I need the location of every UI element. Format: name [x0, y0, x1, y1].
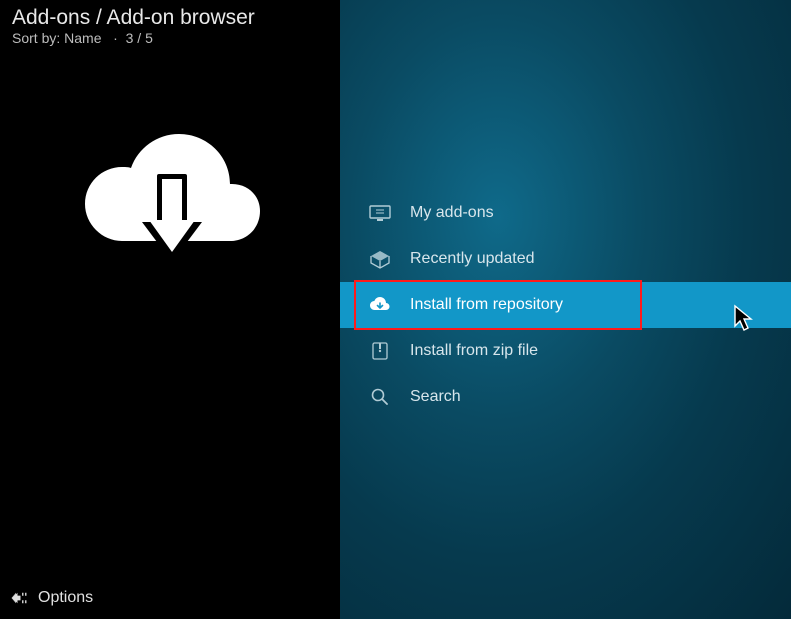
options-button[interactable]: Options: [10, 589, 93, 607]
zip-icon: [368, 339, 392, 363]
menu-item-search[interactable]: Search: [340, 374, 791, 420]
menu-item-recently-updated[interactable]: Recently updated: [340, 236, 791, 282]
sort-separator: ·: [105, 30, 125, 46]
left-panel: Add-ons / Add-on browser Sort by: Name ·…: [0, 0, 340, 619]
sort-value: Name: [64, 30, 101, 46]
options-label: Options: [38, 589, 93, 607]
menu-item-label: My add-ons: [410, 204, 494, 222]
search-icon: [368, 385, 392, 409]
menu-item-label: Search: [410, 388, 461, 406]
menu-item-install-from-zip[interactable]: Install from zip file: [340, 328, 791, 374]
myaddons-icon: [368, 201, 392, 225]
menu-item-my-addons[interactable]: My add-ons: [340, 190, 791, 236]
list-position: 3 / 5: [126, 30, 153, 46]
menu-item-label: Install from repository: [410, 296, 563, 314]
box-icon: [368, 247, 392, 271]
menu-item-label: Recently updated: [410, 250, 535, 268]
sort-line: Sort by: Name · 3 / 5: [0, 30, 340, 54]
breadcrumb: Add-ons / Add-on browser: [0, 0, 340, 30]
options-arrow-icon: [10, 589, 28, 607]
sort-prefix: Sort by:: [12, 30, 64, 46]
cloud-down-icon: [368, 293, 392, 317]
right-panel: My add-ons Recently updated Install from…: [340, 0, 791, 619]
menu-item-install-from-repository[interactable]: Install from repository: [340, 282, 791, 328]
category-art: [0, 54, 340, 619]
cloud-download-icon: [65, 114, 275, 284]
menu-list: My add-ons Recently updated Install from…: [340, 190, 791, 420]
menu-item-label: Install from zip file: [410, 342, 538, 360]
app-root: Add-ons / Add-on browser Sort by: Name ·…: [0, 0, 791, 619]
